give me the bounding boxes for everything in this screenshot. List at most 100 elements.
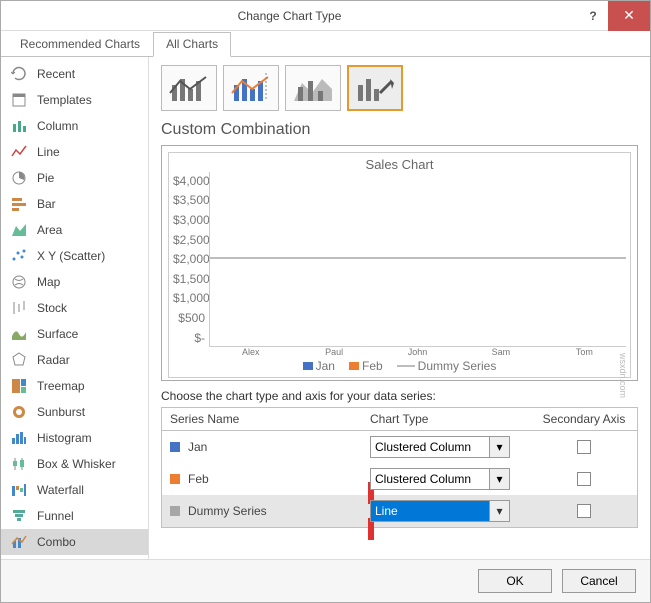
chart-type-dropdown-feb[interactable]: Clustered Column▾ — [370, 468, 510, 490]
chevron-down-icon: ▾ — [489, 437, 509, 457]
ok-button[interactable]: OK — [478, 569, 552, 593]
combo-subtype-custom[interactable] — [347, 65, 403, 111]
titlebar: Change Chart Type ? ✕ — [1, 1, 650, 31]
close-button[interactable]: ✕ — [608, 1, 650, 31]
secondary-axis-checkbox-dummy[interactable] — [577, 504, 591, 518]
series-row-jan: Jan Clustered Column▾ — [162, 431, 637, 463]
y-tick: $4,000 — [173, 174, 205, 188]
sidebar-item-label: Area — [37, 223, 62, 237]
legend-item: Jan — [303, 359, 335, 373]
sidebar-item-label: Histogram — [37, 431, 92, 445]
dialog-footer: OK Cancel — [1, 559, 650, 602]
tab-all-charts[interactable]: All Charts — [153, 32, 231, 57]
pie-icon — [11, 170, 27, 186]
scatter-icon — [11, 248, 27, 264]
sidebar-item-treemap[interactable]: Treemap — [1, 373, 148, 399]
sidebar-item-label: Sunburst — [37, 405, 85, 419]
sidebar-item-radar[interactable]: Radar — [1, 347, 148, 373]
combo-subtype-icons — [161, 65, 638, 111]
x-label: Tom — [543, 347, 626, 357]
combo-subtype-1[interactable] — [161, 65, 217, 111]
column-icon — [11, 118, 27, 134]
stock-icon — [11, 300, 27, 316]
sidebar-item-stock[interactable]: Stock — [1, 295, 148, 321]
series-name-label: Dummy Series — [188, 504, 267, 518]
legend-item: Feb — [349, 359, 383, 373]
funnel-icon — [11, 508, 27, 524]
sidebar-item-templates[interactable]: Templates — [1, 87, 148, 113]
sidebar-item-sunburst[interactable]: Sunburst — [1, 399, 148, 425]
sidebar-item-funnel[interactable]: Funnel — [1, 503, 148, 529]
sidebar-item-label: Radar — [37, 353, 70, 367]
bar-icon — [11, 196, 27, 212]
series-table: Series Name Chart Type Secondary Axis Ja… — [161, 407, 638, 528]
col-chart-type: Chart Type — [370, 412, 539, 426]
series-row-dummy: Dummy Series Line▾ — [162, 495, 637, 527]
sidebar-item-area[interactable]: Area — [1, 217, 148, 243]
sidebar-item-pie[interactable]: Pie — [1, 165, 148, 191]
cancel-button[interactable]: Cancel — [562, 569, 636, 593]
sidebar-item-scatter[interactable]: X Y (Scatter) — [1, 243, 148, 269]
x-label: John — [376, 347, 459, 357]
secondary-axis-checkbox-feb[interactable] — [577, 472, 591, 486]
map-icon — [11, 274, 27, 290]
section-title: Custom Combination — [161, 121, 638, 139]
sidebar-item-map[interactable]: Map — [1, 269, 148, 295]
sidebar-item-boxwhisker[interactable]: Box & Whisker — [1, 451, 148, 477]
sidebar-item-label: Surface — [37, 327, 78, 341]
sunburst-icon — [11, 404, 27, 420]
sidebar-item-combo[interactable]: Combo — [1, 529, 148, 555]
combo-subtype-2[interactable] — [223, 65, 279, 111]
watermark: wsxdn.com — [618, 353, 628, 398]
combo-subtype-3[interactable] — [285, 65, 341, 111]
plot-area — [209, 172, 626, 347]
sidebar-item-bar[interactable]: Bar — [1, 191, 148, 217]
chart-type-dropdown-dummy[interactable]: Line▾ — [370, 500, 510, 522]
sidebar-item-label: Line — [37, 145, 60, 159]
recent-icon — [11, 66, 27, 82]
legend-item: Dummy Series — [397, 359, 497, 373]
y-tick: $1,000 — [173, 291, 205, 305]
area-icon — [11, 222, 27, 238]
dialog-window: Change Chart Type ? ✕ Recommended Charts… — [0, 0, 651, 603]
chart-title: Sales Chart — [173, 157, 626, 172]
chevron-down-icon: ▾ — [489, 469, 509, 489]
dialog-body: Recent Templates Column Line Pie Bar Are… — [1, 57, 650, 559]
content-pane: Custom Combination wsxdn.com Sales Chart… — [149, 57, 650, 559]
treemap-icon — [11, 378, 27, 394]
col-secondary-axis: Secondary Axis — [539, 412, 629, 426]
line-icon — [11, 144, 27, 160]
series-name-label: Jan — [188, 440, 207, 454]
sidebar-item-label: Bar — [37, 197, 56, 211]
sidebar-item-label: Stock — [37, 301, 67, 315]
sidebar-item-label: Waterfall — [37, 483, 84, 497]
sidebar-item-histogram[interactable]: Histogram — [1, 425, 148, 451]
x-label: Sam — [459, 347, 542, 357]
chart-preview[interactable]: wsxdn.com Sales Chart $4,000 $3,500 $3,0… — [168, 152, 631, 378]
sidebar-item-recent[interactable]: Recent — [1, 61, 148, 87]
radar-icon — [11, 352, 27, 368]
sidebar-item-label: X Y (Scatter) — [37, 249, 105, 263]
sidebar-item-line[interactable]: Line — [1, 139, 148, 165]
sidebar-item-surface[interactable]: Surface — [1, 321, 148, 347]
sidebar-item-label: Recent — [37, 67, 75, 81]
surface-icon — [11, 326, 27, 342]
legend: Jan Feb Dummy Series — [173, 359, 626, 373]
help-button[interactable]: ? — [578, 9, 608, 23]
x-label: Paul — [292, 347, 375, 357]
highlight-box: Line▾ — [370, 484, 539, 538]
series-swatch — [170, 474, 180, 484]
secondary-axis-checkbox-jan[interactable] — [577, 440, 591, 454]
y-tick: $2,500 — [173, 233, 205, 247]
chart-type-dropdown-jan[interactable]: Clustered Column▾ — [370, 436, 510, 458]
sidebar-item-label: Map — [37, 275, 60, 289]
tab-recommended[interactable]: Recommended Charts — [7, 32, 153, 57]
col-series-name: Series Name — [170, 412, 370, 426]
templates-icon — [11, 92, 27, 108]
sidebar-item-waterfall[interactable]: Waterfall — [1, 477, 148, 503]
sidebar-item-column[interactable]: Column — [1, 113, 148, 139]
series-header: Series Name Chart Type Secondary Axis — [162, 408, 637, 431]
sidebar-item-label: Box & Whisker — [37, 457, 116, 471]
sidebar-item-label: Pie — [37, 171, 54, 185]
series-swatch — [170, 442, 180, 452]
